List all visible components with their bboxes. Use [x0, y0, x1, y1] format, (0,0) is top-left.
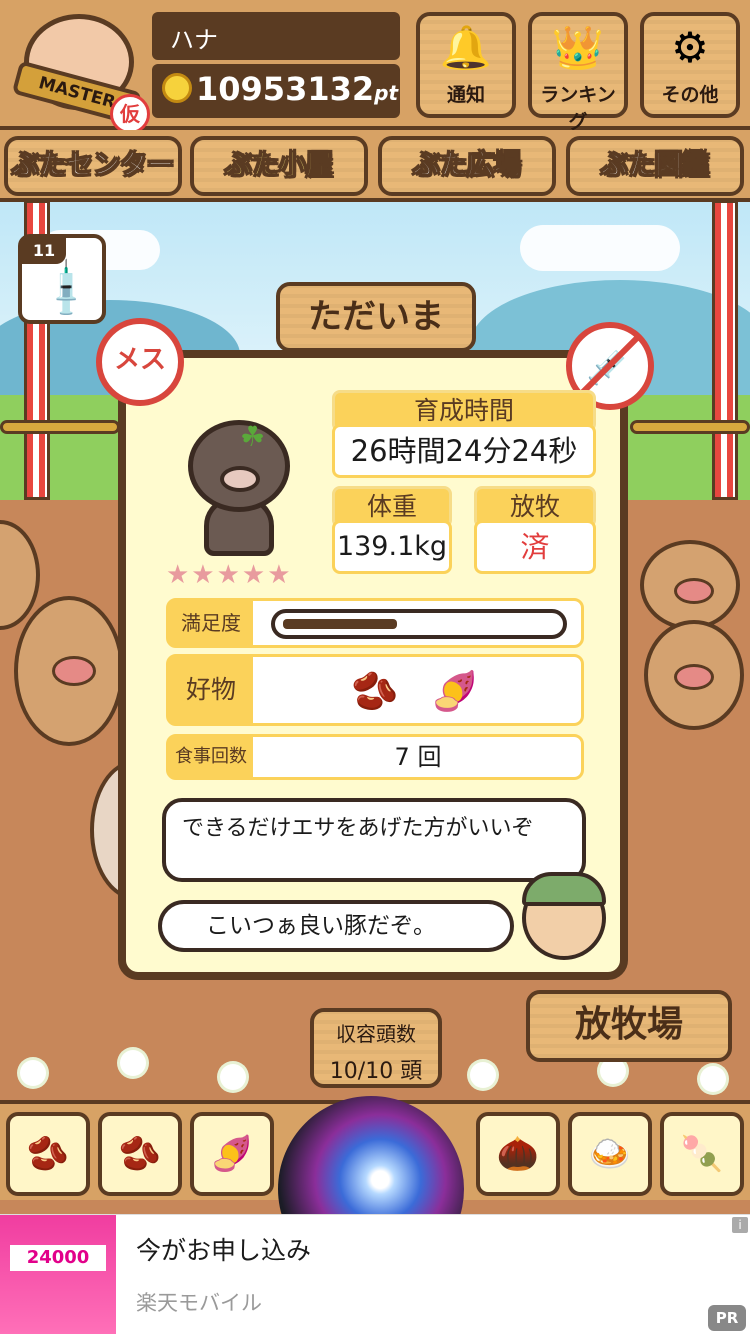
- food-slot-beans[interactable]: 🫘: [6, 1112, 90, 1196]
- meals-label: 食事回数: [169, 737, 253, 777]
- meatballs-icon: 🍡: [680, 1134, 724, 1174]
- ranking-label: ランキング: [540, 84, 616, 133]
- pasture-button[interactable]: 放牧場: [526, 990, 732, 1062]
- satisfaction-row: 満足度: [166, 598, 584, 648]
- points-unit: pt: [374, 81, 399, 105]
- beans-icon: 🫘: [118, 1134, 162, 1174]
- capacity-value: 10/10 頭: [329, 1059, 423, 1084]
- ad-banner[interactable]: 24000 今がお申し込み 楽天モバイル i PR: [0, 1214, 750, 1334]
- advice-bubble: できるだけエサをあげた方がいいぞ: [162, 798, 586, 882]
- meals-row: 食事回数 7 回: [166, 734, 584, 780]
- ad-pr-label: PR: [708, 1305, 746, 1331]
- food-slot-meatballs[interactable]: 🍡: [660, 1112, 744, 1196]
- capacity-label: 収容頭数: [336, 1022, 416, 1046]
- clover-flower: [120, 1050, 146, 1076]
- satisfaction-bar: [271, 609, 567, 639]
- tab-buta-koya[interactable]: ぶた小屋: [190, 136, 368, 196]
- satisfaction-label: 満足度: [169, 601, 253, 645]
- favorites-label: 好物: [169, 657, 253, 723]
- food-slot-beans-2[interactable]: 🫘: [98, 1112, 182, 1196]
- ad-title[interactable]: 今がお申し込み: [136, 1231, 311, 1267]
- tab-buta-hiroba[interactable]: ぶた広場: [378, 136, 556, 196]
- beans-icon: 🫘: [351, 669, 399, 713]
- sweet-potato-icon: 🍠: [210, 1134, 254, 1174]
- fence-rail: [0, 420, 120, 434]
- ad-thumb-price: 24000: [10, 1245, 106, 1271]
- cloud: [520, 225, 680, 271]
- ad-info-icon[interactable]: i: [732, 1217, 748, 1233]
- other-button[interactable]: ⚙ その他: [640, 12, 740, 118]
- flag-pole-right: [712, 200, 738, 500]
- pig-portrait: ☘: [180, 416, 298, 558]
- favorites-row: 好物 🫘 🍠: [166, 654, 584, 726]
- pig-snout: [52, 656, 96, 686]
- bell-icon: 🔔: [439, 23, 493, 72]
- clover-flower: [220, 1064, 246, 1090]
- ranking-button[interactable]: 👑 ランキング: [528, 12, 628, 133]
- clover-flower: [470, 1062, 496, 1088]
- farmer-hat: [522, 872, 606, 906]
- points-value: 10953132: [196, 70, 375, 108]
- sweet-potato-icon: 🍠: [431, 669, 479, 713]
- capacity-sign: 収容頭数 10/10 頭: [310, 1008, 442, 1088]
- tab-buta-zukan[interactable]: ぶた図鑑: [566, 136, 744, 196]
- comment-bubble: こいつぁ良い豚だぞ。: [158, 900, 514, 952]
- food-slot-sweet-potato[interactable]: 🍠: [190, 1112, 274, 1196]
- syringe-item-button[interactable]: 11 💉: [18, 234, 106, 324]
- clover-icon: ☘: [240, 420, 266, 453]
- syringe-count: 11: [22, 238, 66, 264]
- tab-buta-center[interactable]: ぶたセンター: [4, 136, 182, 196]
- main-nav: ぶたセンター ぶた小屋 ぶた広場 ぶた図鑑: [0, 130, 750, 202]
- food-slot-acorn[interactable]: 🌰: [476, 1112, 560, 1196]
- crown-icon: 👑: [551, 23, 605, 72]
- provisional-mark: 仮: [110, 94, 150, 134]
- rating-stars: ★★★★★: [166, 560, 293, 590]
- meals-value: 7 回: [394, 743, 442, 771]
- clover-flower: [20, 1060, 46, 1086]
- other-label: その他: [661, 84, 719, 106]
- rank-avatar[interactable]: MASTER 仮: [11, 8, 150, 134]
- food-slot-beans-plate[interactable]: 🍛: [568, 1112, 652, 1196]
- weight-value: 139.1kg: [332, 520, 452, 574]
- syringe-icon: 💉: [33, 255, 102, 324]
- clover-flower: [700, 1066, 726, 1092]
- growth-time-value: 26時間24分24秒: [332, 424, 596, 478]
- grazing-value: 済: [474, 520, 596, 574]
- user-name: ハナ: [152, 12, 400, 60]
- notification-button[interactable]: 🔔 通知: [416, 12, 516, 118]
- gear-icon: ⚙: [671, 23, 709, 72]
- satisfaction-fill: [283, 619, 397, 629]
- coin-icon: [162, 73, 192, 103]
- welcome-sign: ただいま: [276, 282, 476, 352]
- acorn-icon: 🌰: [496, 1134, 540, 1174]
- farmer-avatar: [522, 872, 606, 960]
- female-gender-icon: メス: [96, 318, 184, 406]
- points-display: 10953132pt: [152, 64, 400, 118]
- fence-rail: [630, 420, 750, 434]
- beans-icon: 🫘: [26, 1134, 70, 1174]
- ad-brand: 楽天モバイル: [136, 1291, 262, 1315]
- notification-label: 通知: [446, 84, 485, 106]
- ad-thumbnail[interactable]: 24000: [0, 1215, 116, 1334]
- pig-snout: [674, 578, 714, 604]
- pig-snout: [674, 664, 714, 690]
- header-bar: MASTER 仮 ハナ 10953132pt 🔔 通知 👑 ランキング ⚙ その…: [0, 0, 750, 134]
- pig-snout: [220, 466, 260, 492]
- beans-plate-icon: 🍛: [588, 1134, 632, 1174]
